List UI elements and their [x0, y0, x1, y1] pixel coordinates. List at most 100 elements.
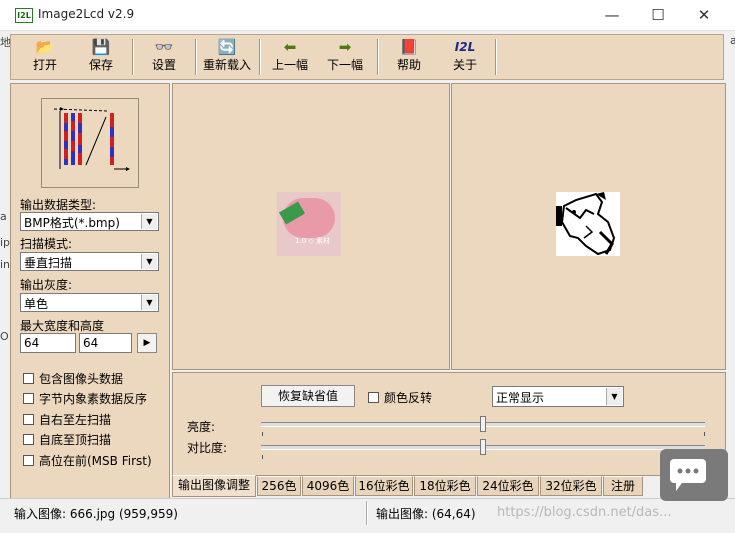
- app-icon: I2L: [15, 8, 33, 23]
- about-logo-icon: I2L: [454, 40, 476, 54]
- window-title: Image2Lcd v2.9: [38, 7, 135, 21]
- tab-register[interactable]: 注册: [603, 476, 643, 496]
- output-type-value: BMP格式(*.bmp): [24, 216, 120, 230]
- maximize-button[interactable]: ☐: [635, 0, 681, 30]
- tab-32bit-color[interactable]: 32位彩色: [540, 476, 602, 496]
- invert-colors-checkbox[interactable]: [368, 392, 379, 403]
- toolbar-separator: [495, 39, 497, 75]
- msb-first-label: 高位在前(MSB First): [39, 454, 152, 468]
- background-window-edge-text: a: [0, 210, 7, 223]
- input-image-status: 输入图像: 666.jpg (959,959): [14, 507, 178, 521]
- image2lcd-logo: [41, 98, 139, 188]
- open-button[interactable]: 📂 打开: [17, 37, 73, 77]
- brightness-slider[interactable]: [480, 416, 486, 432]
- save-button[interactable]: 💾 保存: [73, 37, 129, 77]
- chat-bubble-icon[interactable]: [660, 449, 728, 501]
- gray-level-select[interactable]: 单色 ▼: [20, 293, 159, 312]
- max-width-input[interactable]: 64: [20, 333, 76, 353]
- glasses-icon: 👓: [154, 38, 174, 56]
- reverse-bits-checkbox[interactable]: [23, 393, 34, 404]
- arrow-right-icon: ➡: [338, 38, 352, 56]
- tab-16bit-color[interactable]: 16位彩色: [355, 476, 413, 496]
- help-book-icon: 📕: [399, 38, 419, 56]
- input-image-thumbnail: 1.0 ◇ 素材: [277, 192, 341, 256]
- next-image-button[interactable]: ➡ 下一幅: [317, 37, 373, 77]
- open-button-label: 打开: [32, 58, 57, 72]
- tick-mark: [704, 432, 705, 436]
- chevron-down-icon: ▼: [141, 295, 157, 310]
- help-button-label: 帮助: [396, 58, 421, 72]
- previous-image-label: 上一幅: [271, 58, 308, 72]
- toolbar-separator: [377, 39, 379, 75]
- save-disk-icon: 💾: [91, 38, 111, 56]
- bottom-to-top-label: 自底至顶扫描: [39, 433, 112, 447]
- display-mode-value: 正常显示: [496, 391, 545, 405]
- scan-mode-select[interactable]: 垂直扫描 ▼: [20, 252, 159, 271]
- tab-18bit-color[interactable]: 18位彩色: [414, 476, 476, 496]
- background-window-edge-text: a: [730, 34, 735, 47]
- toolbar-separator: [195, 39, 197, 75]
- toolbar-separator: [259, 39, 261, 75]
- thumbnail-caption: 1.0 ◇ 素材: [295, 237, 330, 245]
- reload-icon: 🔄: [217, 38, 237, 56]
- toolbar-separator: [132, 39, 134, 75]
- next-image-label: 下一幅: [326, 58, 363, 72]
- scan-direction-logo-icon: [53, 107, 130, 171]
- scan-mode-value: 垂直扫描: [24, 256, 73, 270]
- save-button-label: 保存: [88, 58, 113, 72]
- display-mode-select[interactable]: 正常显示 ▼: [492, 386, 624, 407]
- max-size-label: 最大宽度和高度: [20, 319, 105, 333]
- output-type-select[interactable]: BMP格式(*.bmp) ▼: [20, 212, 159, 231]
- output-type-label: 输出数据类型:: [20, 198, 97, 212]
- chevron-down-icon: ▼: [141, 214, 157, 229]
- gray-level-label: 输出灰度:: [20, 278, 73, 292]
- include-header-label: 包含图像头数据: [39, 372, 124, 386]
- about-button-label: 关于: [452, 58, 477, 72]
- previous-image-button[interactable]: ⬅ 上一幅: [263, 37, 317, 77]
- about-button[interactable]: I2L 关于: [437, 37, 493, 77]
- msb-first-checkbox[interactable]: [23, 455, 34, 466]
- chevron-down-icon: ▼: [141, 254, 157, 269]
- arrow-left-icon: ⬅: [283, 38, 297, 56]
- settings-panel: 输出数据类型: BMP格式(*.bmp) ▼ 扫描模式: 垂直扫描 ▼ 输出灰度…: [10, 83, 170, 499]
- tab-4096-color[interactable]: 4096色: [302, 476, 354, 496]
- tab-256-color[interactable]: 256色: [257, 476, 301, 496]
- output-image-thumbnail: [556, 192, 620, 256]
- output-image-preview: [451, 83, 726, 370]
- apply-size-button[interactable]: ▶: [137, 333, 157, 353]
- reverse-bits-label: 字节内象素数据反序: [39, 392, 148, 406]
- image-adjust-panel: 恢复缺省值 颜色反转 正常显示 ▼ 亮度: 对比度:: [172, 372, 726, 476]
- bottom-to-top-checkbox[interactable]: [23, 434, 34, 445]
- input-image-preview: 1.0 ◇ 素材: [172, 83, 450, 370]
- settings-button[interactable]: 👓 设置: [136, 37, 192, 77]
- status-separator: [366, 501, 368, 525]
- reload-button[interactable]: 🔄 重新载入: [199, 37, 255, 77]
- restore-defaults-button[interactable]: 恢复缺省值: [261, 385, 355, 407]
- minimize-button[interactable]: —: [589, 0, 635, 30]
- contrast-label: 对比度:: [187, 441, 228, 455]
- include-header-checkbox[interactable]: [23, 373, 34, 384]
- max-height-input[interactable]: 64: [79, 333, 132, 353]
- tick-mark: [262, 432, 263, 436]
- right-to-left-label: 自右至左扫描: [39, 413, 112, 427]
- close-button[interactable]: ✕: [681, 0, 727, 30]
- background-window-edge-text: in: [0, 258, 11, 271]
- title-bar[interactable]: I2L Image2Lcd v2.9 — ☐ ✕: [0, 0, 735, 31]
- open-folder-icon: 📂: [35, 38, 55, 56]
- background-window-edge-text: ip: [0, 236, 11, 249]
- chevron-down-icon: ▼: [606, 388, 622, 405]
- contrast-slider[interactable]: [480, 439, 486, 455]
- right-to-left-checkbox[interactable]: [23, 414, 34, 425]
- background-window-edge-text: O: [0, 330, 9, 343]
- watermark-text: https://blog.csdn.net/das...: [497, 505, 672, 520]
- invert-colors-label: 颜色反转: [384, 391, 433, 405]
- brightness-label: 亮度:: [187, 420, 216, 434]
- gray-level-value: 单色: [24, 297, 49, 311]
- output-image-status: 输出图像: (64,64): [376, 507, 476, 521]
- toolbar: 📂 打开 💾 保存 👓 设置 🔄 重新载入 ⬅ 上一幅 ➡ 下一幅 📕 帮助 I…: [10, 34, 724, 80]
- settings-button-label: 设置: [151, 58, 176, 72]
- tab-24bit-color[interactable]: 24位彩色: [477, 476, 539, 496]
- tick-mark: [262, 455, 263, 459]
- help-button[interactable]: 📕 帮助: [381, 37, 437, 77]
- tab-output-adjust[interactable]: 输出图像调整: [172, 475, 256, 497]
